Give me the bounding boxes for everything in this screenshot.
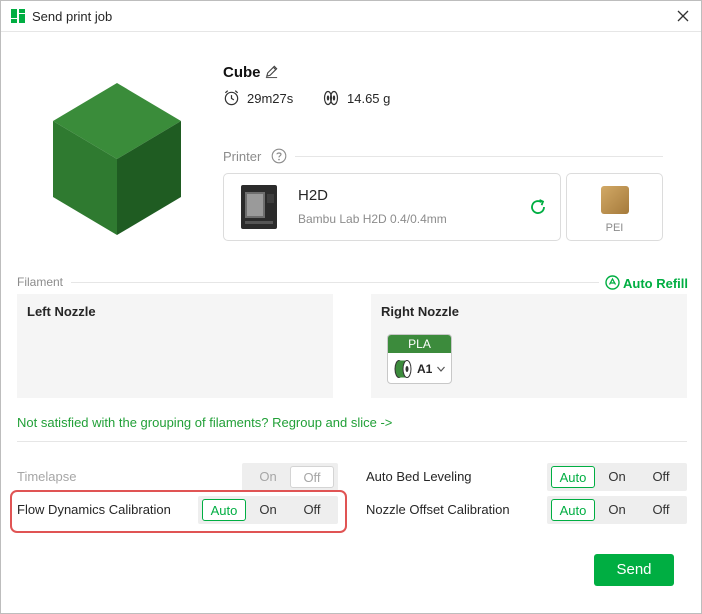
window-title: Send print job — [32, 9, 113, 24]
highlight-annotation — [10, 490, 347, 533]
model-preview-cube — [53, 83, 181, 235]
print-time: 29m27s — [247, 91, 294, 106]
clock-icon — [224, 90, 239, 106]
printer-section-label: Printer — [223, 149, 262, 164]
edit-pencil-icon[interactable] — [264, 64, 279, 79]
filament-slot-id: A1 — [417, 362, 433, 376]
filament-weight: 14.65 g — [347, 91, 391, 106]
auto-refill-label: Auto Refill — [623, 276, 688, 291]
timelapse-label: Timelapse — [17, 469, 77, 484]
nozzle-offset-calibration-toggle[interactable]: Auto On Off — [547, 496, 687, 524]
auto-bed-leveling-on[interactable]: On — [595, 466, 639, 488]
nozzle-offset-on[interactable]: On — [595, 499, 639, 521]
plate-label: PEI — [605, 222, 624, 234]
printer-model-detail: Bambu Lab H2D 0.4/0.4mm — [298, 212, 447, 226]
timelapse-on[interactable]: On — [246, 466, 290, 488]
spool-icon — [394, 360, 412, 378]
regroup-and-slice-link[interactable]: Not satisfied with the grouping of filam… — [17, 415, 392, 430]
filament-section-label: Filament — [17, 275, 64, 289]
printer-name: H2D — [298, 187, 329, 204]
left-nozzle-title: Left Nozzle — [27, 304, 96, 319]
options-divider — [17, 441, 687, 442]
nozzle-offset-calibration-label: Nozzle Offset Calibration — [366, 502, 510, 517]
timelapse-toggle[interactable]: On Off — [242, 463, 338, 491]
pei-plate-icon — [601, 186, 629, 214]
nozzle-offset-auto[interactable]: Auto — [551, 499, 595, 521]
auto-refill-icon — [605, 275, 620, 290]
auto-bed-leveling-off[interactable]: Off — [639, 466, 683, 488]
left-nozzle-panel: Left Nozzle — [17, 294, 333, 398]
right-nozzle-panel: Right Nozzle PLA A1 — [371, 294, 687, 398]
timelapse-off[interactable]: Off — [290, 466, 334, 488]
auto-bed-leveling-auto[interactable]: Auto — [551, 466, 595, 488]
nozzle-offset-off[interactable]: Off — [639, 499, 683, 521]
filament-material: PLA — [388, 335, 451, 353]
send-button[interactable]: Send — [594, 554, 674, 586]
plate-type-selector[interactable]: PEI — [566, 173, 663, 241]
filament-divider — [71, 282, 599, 283]
close-icon[interactable] — [673, 6, 693, 26]
filament-slot-selector[interactable]: PLA A1 — [387, 334, 452, 384]
help-icon[interactable] — [271, 148, 287, 164]
refresh-icon[interactable] — [528, 197, 548, 217]
right-nozzle-title: Right Nozzle — [381, 304, 459, 319]
title-bar: Send print job — [1, 1, 701, 32]
printer-divider — [295, 156, 663, 157]
chevron-down-icon — [437, 366, 445, 372]
model-name: Cube — [223, 64, 261, 81]
send-print-job-dialog: Send print job Cube 29m27s 14.65 g Print… — [0, 0, 702, 614]
filament-spool-icon — [323, 90, 339, 106]
printer-selector[interactable]: H2D Bambu Lab H2D 0.4/0.4mm — [223, 173, 561, 241]
auto-bed-leveling-toggle[interactable]: Auto On Off — [547, 463, 687, 491]
auto-bed-leveling-label: Auto Bed Leveling — [366, 469, 472, 484]
printer-image — [241, 185, 277, 229]
bambu-studio-app-icon — [11, 9, 25, 23]
